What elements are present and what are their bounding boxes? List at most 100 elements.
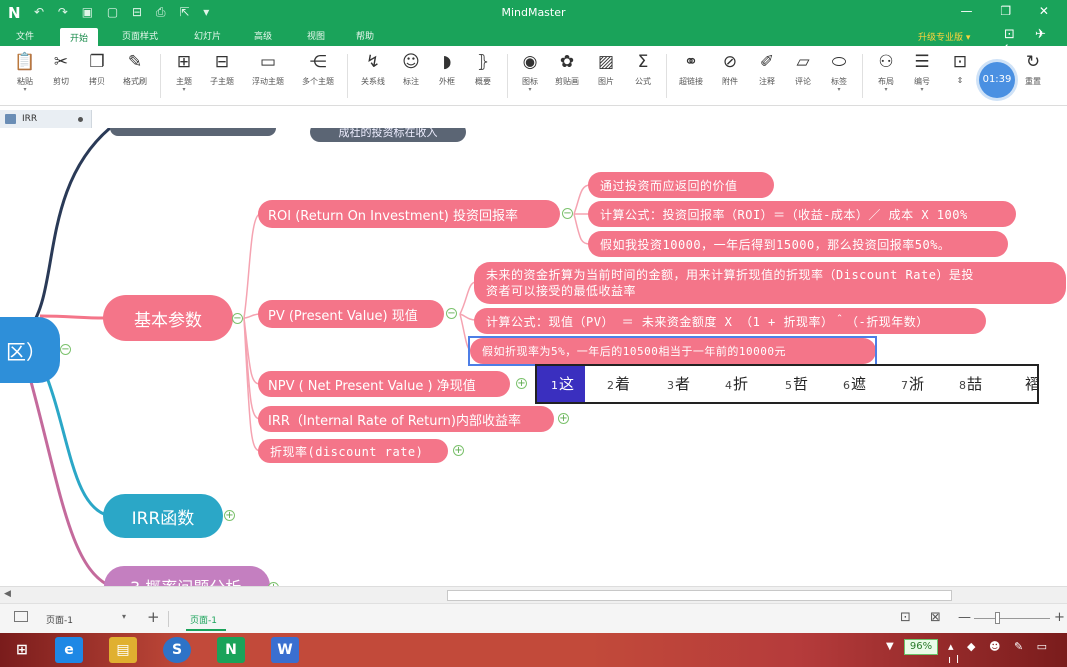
root-topic[interactable]: 区） xyxy=(0,317,60,383)
page-view-icon[interactable] xyxy=(14,611,28,622)
tab-help[interactable]: 帮助 xyxy=(356,29,374,42)
subtopic-pv[interactable]: PV (Present Value) 现值 xyxy=(258,300,444,328)
summary-icon: ⦄ xyxy=(476,52,490,72)
paste-button[interactable]: 📋 粘贴 ▾ xyxy=(12,52,38,93)
subtopic-roi[interactable]: ROI (Return On Investment) 投资回报率 xyxy=(258,200,560,228)
ime-candidate-4[interactable]: 4折 xyxy=(725,366,748,402)
image-button[interactable]: ▨ 图片 xyxy=(593,52,619,87)
ime-candidate-1[interactable]: 1这 xyxy=(537,366,586,402)
chevron-down-icon[interactable]: ▾ xyxy=(122,612,126,621)
leaf-roi-example[interactable]: 假如我投资10000，一年后得到15000，那么投资回报率50%。 xyxy=(588,231,1008,257)
relationship-button[interactable]: ↯ 关系线 xyxy=(356,52,390,87)
spacing-button[interactable]: ⊡ ⇕ xyxy=(946,52,974,85)
tab-slides[interactable]: 幻灯片 xyxy=(194,29,221,42)
collapse-toggle-icon[interactable]: − xyxy=(562,208,573,219)
subtopic-irr[interactable]: IRR（Internal Rate of Return)内部收益率 xyxy=(258,406,554,432)
close-tab-icon[interactable] xyxy=(78,117,83,122)
topic-button[interactable]: ⊞ 主题 ▾ xyxy=(171,52,197,93)
topic-partial-bottom[interactable]: 3 概率问题分析 xyxy=(104,566,270,586)
upgrade-pro-button[interactable]: 升级专业版 ▾ xyxy=(918,30,970,43)
leaf-roi-definition[interactable]: 通过投资而应返回的价值 xyxy=(588,172,774,198)
icons-button[interactable]: ◉ 图标 ▾ xyxy=(517,52,543,93)
document-tab-label: IRR xyxy=(22,114,38,124)
topic-irr-function[interactable]: IRR函数 xyxy=(103,494,223,538)
fit-page-icon[interactable]: ⊡ xyxy=(900,610,911,625)
zoom-slider-handle[interactable] xyxy=(995,612,1000,624)
collapse-toggle-icon[interactable]: − xyxy=(446,308,457,319)
battery-indicator[interactable]: 96% xyxy=(904,639,938,655)
tray-shield-icon[interactable]: ▼ xyxy=(886,641,894,652)
summary-button[interactable]: ⦄ 概要 xyxy=(470,52,496,87)
ime-candidate-9[interactable]: 褶 xyxy=(1024,366,1040,402)
subtopic-npv[interactable]: NPV ( Net Present Value ) 净现值 xyxy=(258,371,510,397)
leaf-roi-formula[interactable]: 计算公式：投资回报率（ROI）＝（收益-成本）／ 成本 X 100% xyxy=(588,201,1016,227)
expand-toggle-icon[interactable]: + xyxy=(453,445,464,456)
zoom-in-button[interactable]: + xyxy=(1054,610,1065,625)
callout-button[interactable]: ☺ 标注 xyxy=(398,52,424,87)
mindmaster-taskbar-icon[interactable]: N xyxy=(217,637,245,663)
add-page-button[interactable]: + xyxy=(147,608,160,626)
numbering-button[interactable]: ☰ 编号 ▾ xyxy=(908,52,936,93)
topic-basic-params[interactable]: 基本参数 xyxy=(103,295,233,341)
leaf-pv-formula[interactable]: 计算公式：现值（PV） ＝ 未来资金额度 X （1 + 折现率）＾（-折现年数） xyxy=(474,308,986,334)
ime-candidate-6[interactable]: 6遮 xyxy=(843,366,866,402)
zoom-out-button[interactable]: — xyxy=(958,610,971,625)
ime-candidate-5[interactable]: 5哲 xyxy=(785,366,808,402)
start-button-icon[interactable]: ⊞ xyxy=(8,637,36,663)
copy-button[interactable]: ❐ 拷贝 xyxy=(84,52,110,87)
copy-icon: ❐ xyxy=(89,52,105,72)
layout-button[interactable]: ⚇ 布局 ▾ xyxy=(872,52,900,93)
clipart-button[interactable]: ✿ 剪贴画 xyxy=(550,52,584,87)
expand-toggle-icon[interactable]: + xyxy=(224,510,235,521)
fullscreen-icon[interactable]: ⊠ xyxy=(930,610,941,625)
hyperlink-button[interactable]: ⚭ 超链接 xyxy=(674,52,708,87)
ime-candidate-7[interactable]: 7浙 xyxy=(901,366,924,402)
attachment-button[interactable]: ⊘ 附件 xyxy=(716,52,744,87)
wps-icon[interactable]: W xyxy=(271,637,299,663)
topic-edit-box[interactable] xyxy=(468,336,877,366)
page-tab-1[interactable]: 页面-1 xyxy=(190,613,217,626)
note-button[interactable]: ✐ 注释 xyxy=(753,52,781,87)
sogou-icon[interactable]: S xyxy=(163,637,191,663)
page-select[interactable]: 页面-1 xyxy=(46,613,73,626)
internet-explorer-icon[interactable]: e xyxy=(55,637,83,663)
topic-partial-top-leaf[interactable]: 成社的投资标在收入 xyxy=(310,128,466,142)
subtopic-discount-rate[interactable]: 折现率(discount rate) xyxy=(258,439,448,463)
scroll-thumb[interactable] xyxy=(447,590,952,601)
multiple-topics-button[interactable]: ⋲ 多个主题 xyxy=(296,52,340,87)
comment-button[interactable]: ▱ 评论 xyxy=(789,52,817,87)
window-controls[interactable]: — ❐ ✕ xyxy=(961,4,1061,18)
tab-page-style[interactable]: 页面样式 xyxy=(122,29,158,42)
file-explorer-icon[interactable]: ▤ xyxy=(109,637,137,663)
expand-toggle-icon[interactable]: + xyxy=(516,378,527,389)
tag-button[interactable]: ⬭ 标签 ▾ xyxy=(825,52,853,93)
cut-button[interactable]: ✂ 剪切 xyxy=(48,52,74,87)
document-tab[interactable]: IRR xyxy=(0,110,92,128)
reset-button[interactable]: ↻ 重置 xyxy=(1018,52,1048,87)
ime-candidate-8[interactable]: 8喆 xyxy=(959,366,982,402)
scroll-left-icon[interactable]: ◀ xyxy=(4,589,11,599)
ime-candidate-3[interactable]: 3者 xyxy=(667,366,690,402)
paste-icon: 📋 xyxy=(14,52,36,72)
floating-topic-button[interactable]: ▭ 浮动主题 xyxy=(246,52,290,87)
topic-partial-top[interactable] xyxy=(110,128,276,136)
tab-advanced[interactable]: 高级 xyxy=(254,29,272,42)
tab-view[interactable]: 视图 xyxy=(307,29,325,42)
leaf-pv-definition[interactable]: 未来的资金折算为当前时间的金额，用来计算折现值的折现率（Discount Rat… xyxy=(474,262,1066,304)
system-tray-icons[interactable]: ▴ ◆ ☻ ✎ ▭ ıl xyxy=(948,640,1067,666)
format-painter-button[interactable]: ✎ 格式刷 xyxy=(118,52,152,87)
zoom-slider[interactable] xyxy=(974,618,1050,619)
tab-home[interactable]: 开始 xyxy=(60,28,99,48)
collapse-toggle-icon[interactable]: − xyxy=(232,313,243,324)
ime-candidate-bar[interactable]: 1这 2着 3者 4折 5哲 6遮 7浙 8喆 褶 xyxy=(535,364,1040,404)
tab-file[interactable]: 文件 xyxy=(16,29,34,42)
horizontal-scrollbar[interactable]: ◀ xyxy=(0,586,1067,603)
ribbon-separator xyxy=(666,54,667,98)
subtopic-button[interactable]: ⊟ 子主题 xyxy=(205,52,239,87)
boundary-button[interactable]: ◗ 外框 xyxy=(434,52,460,87)
collapse-toggle-icon[interactable]: − xyxy=(60,344,71,355)
formula-button[interactable]: Σ 公式 xyxy=(629,52,657,87)
expand-toggle-icon[interactable]: + xyxy=(558,413,569,424)
pen-icon: ✐ xyxy=(759,52,775,72)
ime-candidate-2[interactable]: 2着 xyxy=(607,366,630,402)
